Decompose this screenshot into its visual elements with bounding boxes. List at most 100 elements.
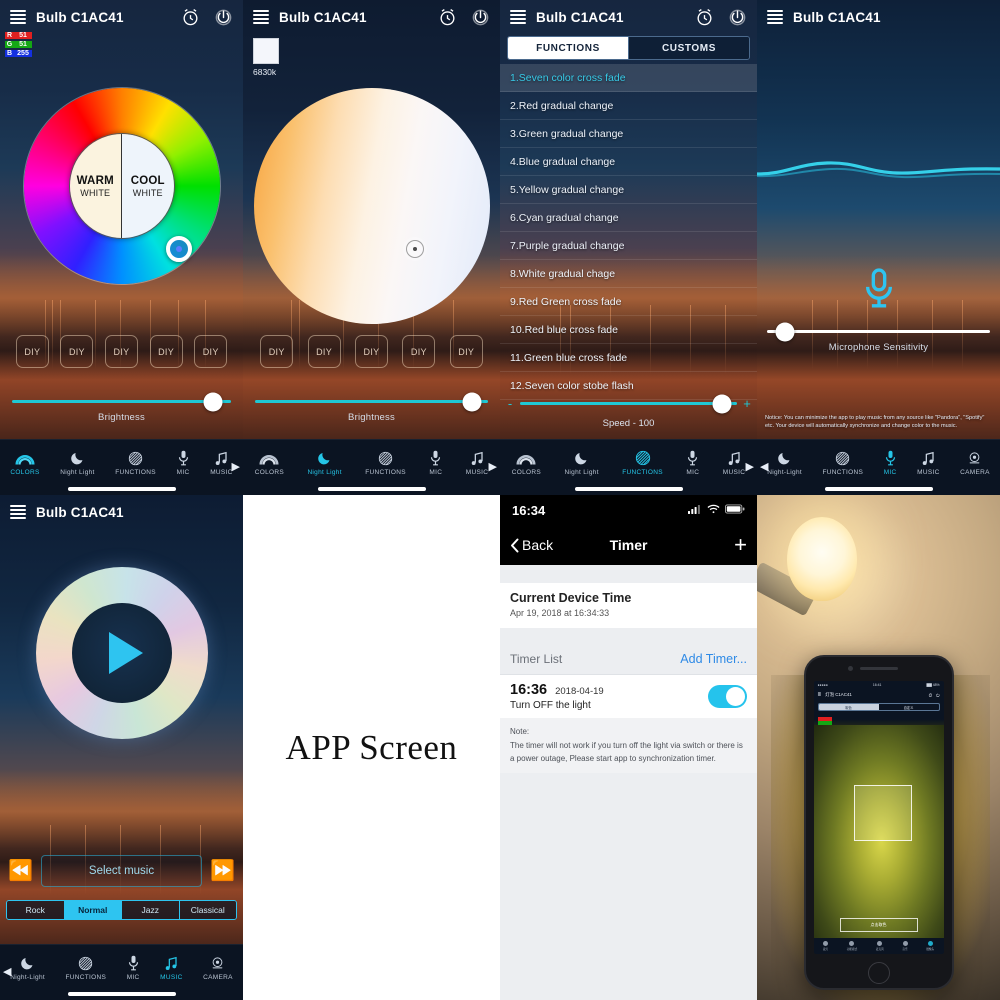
diy-button[interactable]: DIY xyxy=(149,335,183,368)
play-button[interactable] xyxy=(71,603,172,703)
speed-slider[interactable] xyxy=(520,394,737,413)
function-list-item[interactable]: 7.Purple gradual change xyxy=(500,232,757,260)
nav-scroll-left-icon[interactable]: ◀ xyxy=(3,965,11,978)
menu-icon[interactable] xyxy=(10,505,26,519)
diy-button[interactable]: DIY xyxy=(449,335,483,368)
brightness-slider[interactable] xyxy=(12,392,231,411)
brightness-slider[interactable] xyxy=(255,392,488,411)
nav-item-music[interactable]: MUSIC xyxy=(210,449,232,476)
genre-rock[interactable]: Rock xyxy=(7,901,64,919)
warm-white-button[interactable]: WARM WHITE xyxy=(69,134,121,238)
function-list-item[interactable]: 2.Red gradual change xyxy=(500,92,757,120)
nav-item-functions[interactable]: FUNCTIONS xyxy=(622,449,663,476)
add-timer-button[interactable]: Add Timer... xyxy=(680,652,747,666)
function-list-item[interactable]: 9.Red Green cross fade xyxy=(500,288,757,316)
nav-item-camera[interactable]: CAMERA xyxy=(960,449,990,476)
nav-item-mic[interactable]: MIC xyxy=(686,449,699,476)
genre-classical[interactable]: Classical xyxy=(178,901,236,919)
nav-item-functions[interactable]: FUNCTIONS xyxy=(823,449,864,476)
cct-selector[interactable] xyxy=(405,240,424,258)
function-list-item[interactable]: 11.Green blue cross fade xyxy=(500,344,757,372)
cct-swatch[interactable] xyxy=(253,38,279,64)
timer-enable-toggle[interactable] xyxy=(708,685,747,708)
microphone-icon[interactable] xyxy=(862,268,896,315)
timer-list-item[interactable]: 16:36 2018-04-19 Turn OFF the light xyxy=(500,674,757,718)
rewind-icon[interactable]: ⏪ xyxy=(8,861,33,881)
nav-item-music[interactable]: MUSIC xyxy=(160,954,182,981)
nav-item-camera[interactable]: CAMERA xyxy=(203,954,233,981)
nav-item-night-light[interactable]: Night-Light xyxy=(767,449,802,476)
color-temperature-chip[interactable]: 6830k xyxy=(253,38,279,77)
genre-jazz[interactable]: Jazz xyxy=(121,901,179,919)
nav-scroll-right-icon[interactable]: ▶ xyxy=(489,460,497,473)
mic-sensitivity-slider[interactable] xyxy=(767,322,990,341)
nav-scroll-left-icon[interactable]: ◀ xyxy=(760,460,768,473)
nav-item-functions[interactable]: FUNCTIONS xyxy=(365,449,406,476)
fast-forward-icon[interactable]: ⏩ xyxy=(210,861,235,881)
select-music-button[interactable]: Select music xyxy=(40,855,203,887)
nav-item-mic[interactable]: MIC xyxy=(177,449,190,476)
function-list-item[interactable]: 6.Cyan gradual change xyxy=(500,204,757,232)
alarm-clock-icon[interactable] xyxy=(438,8,457,27)
nav-item-music[interactable]: MUSIC xyxy=(723,449,745,476)
nav-scroll-right-icon[interactable]: ▶ xyxy=(232,460,240,473)
nav-item-night-light[interactable]: Night-Light xyxy=(10,954,45,981)
menu-icon[interactable] xyxy=(510,10,526,24)
function-list-item[interactable]: 10.Red blue cross fade xyxy=(500,316,757,344)
music-disc[interactable] xyxy=(35,567,208,739)
diy-button[interactable]: DIY xyxy=(260,335,294,368)
nav-item-music[interactable]: MUSIC xyxy=(917,449,939,476)
nav-item-colors[interactable]: COLORS xyxy=(512,449,541,476)
diy-button[interactable]: DIY xyxy=(60,335,94,368)
tab-functions[interactable]: FUNCTIONS xyxy=(508,37,628,59)
nav-item-mic[interactable]: MIC xyxy=(429,449,442,476)
color-wheel-container[interactable]: WARM WHITE COOL WHITE xyxy=(23,88,220,284)
nav-scroll-right-icon[interactable]: ▶ xyxy=(746,460,754,473)
power-icon[interactable] xyxy=(214,8,233,27)
color-wheel[interactable]: WARM WHITE COOL WHITE xyxy=(23,88,220,284)
diy-button[interactable]: DIY xyxy=(402,335,436,368)
diy-button[interactable]: DIY xyxy=(354,335,388,368)
brightness-knob[interactable] xyxy=(203,392,223,411)
nav-item-night-light[interactable]: Night Light xyxy=(307,449,342,476)
power-icon[interactable] xyxy=(471,8,490,27)
nav-item-music[interactable]: MUSIC xyxy=(466,449,488,476)
tab-customs[interactable]: CUSTOMS xyxy=(628,37,749,59)
nav-item-mic[interactable]: MIC xyxy=(127,954,140,981)
function-list-item[interactable]: 5.Yellow gradual change xyxy=(500,176,757,204)
power-icon[interactable] xyxy=(728,8,747,27)
nav-item-night-light[interactable]: Night Light xyxy=(60,449,94,476)
menu-icon[interactable] xyxy=(253,10,269,24)
white-mode-hub[interactable]: WARM WHITE COOL WHITE xyxy=(68,133,175,239)
plus-icon[interactable]: + xyxy=(734,534,747,556)
function-list-item[interactable]: 8.White gradual chage xyxy=(500,260,757,288)
speed-knob[interactable] xyxy=(712,394,732,413)
diy-button[interactable]: DIY xyxy=(104,335,138,368)
diy-button[interactable]: DIY xyxy=(194,335,228,368)
diy-button[interactable]: DIY xyxy=(307,335,341,368)
color-temperature-disc[interactable] xyxy=(253,88,490,324)
function-list-item[interactable]: 4.Blue gradual change xyxy=(500,148,757,176)
speed-decrease-button[interactable]: - xyxy=(506,397,514,410)
color-wheel-selector[interactable] xyxy=(165,236,192,262)
function-list-item[interactable]: 1.Seven color cross fade xyxy=(500,64,757,92)
genre-normal[interactable]: Normal xyxy=(63,901,121,919)
nav-item-functions[interactable]: FUNCTIONS xyxy=(66,954,107,981)
nav-item-functions[interactable]: FUNCTIONS xyxy=(115,449,156,476)
nav-item-night-light[interactable]: Night Light xyxy=(564,449,599,476)
nav-item-mic[interactable]: MIC xyxy=(884,449,897,476)
function-list[interactable]: 1.Seven color cross fade 2.Red gradual c… xyxy=(500,64,757,400)
nav-item-colors[interactable]: COLORS xyxy=(10,449,39,476)
cool-white-button[interactable]: COOL WHITE xyxy=(121,134,174,238)
function-list-item[interactable]: 3.Green gradual change xyxy=(500,120,757,148)
brightness-knob[interactable] xyxy=(462,392,482,411)
speed-increase-button[interactable]: + xyxy=(743,397,751,410)
mic-sensitivity-knob[interactable] xyxy=(775,322,795,341)
nav-item-colors[interactable]: COLORS xyxy=(255,449,284,476)
alarm-clock-icon[interactable] xyxy=(181,8,200,27)
music-disc-container[interactable] xyxy=(35,567,208,739)
menu-icon[interactable] xyxy=(10,10,26,24)
menu-icon[interactable] xyxy=(767,10,783,24)
alarm-clock-icon[interactable] xyxy=(695,8,714,27)
diy-button[interactable]: DIY xyxy=(15,335,49,368)
